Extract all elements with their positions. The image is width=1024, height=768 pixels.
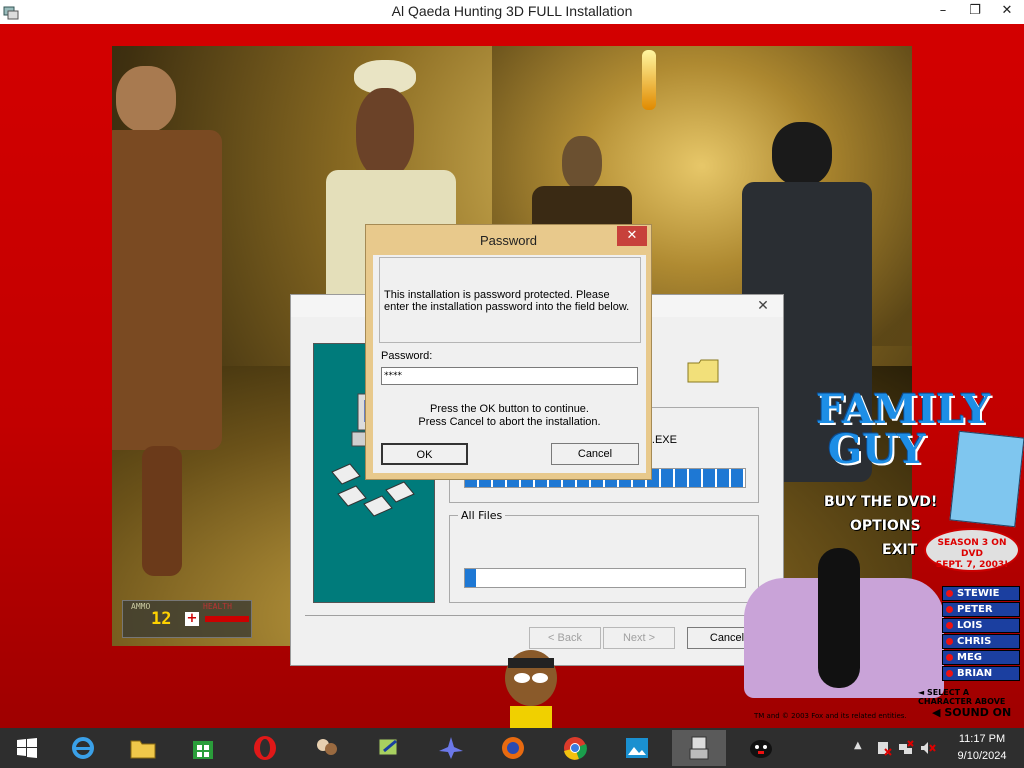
internet-explorer-icon <box>72 737 94 759</box>
taskbar-ie[interactable] <box>56 730 110 766</box>
taskbar-jet[interactable] <box>424 730 478 766</box>
health-label: HEALTH <box>203 602 232 611</box>
password-label: Password: <box>381 350 433 362</box>
setup-divider <box>305 615 771 616</box>
store-icon <box>193 741 213 759</box>
clock-date: 9/10/2024 <box>957 750 1007 762</box>
family-guy-ad: FAMILY GUY BUY THE DVD! OPTIONS EXIT SEA… <box>736 388 1024 728</box>
start-button[interactable] <box>0 730 54 766</box>
health-icon: + <box>185 611 199 626</box>
character-lois[interactable]: LOIS <box>942 618 1020 633</box>
action-center-icon[interactable] <box>876 740 892 756</box>
health-bar <box>205 616 249 622</box>
hint-abort: Press Cancel to abort the installation. <box>418 416 601 428</box>
password-close-button[interactable]: ✕ <box>617 226 647 246</box>
password-dialog-title: Password <box>479 233 538 248</box>
clock-time: 11:17 PM <box>958 733 1006 745</box>
taskbar-installer[interactable] <box>672 730 726 766</box>
setup-icon <box>378 738 398 756</box>
promo-line2: SEPT. 7, 2003! <box>935 560 1009 570</box>
character-peter[interactable]: PETER <box>942 602 1020 617</box>
taskbar-game[interactable] <box>300 730 354 766</box>
window-title: Al Qaeda Hunting 3D FULL Installation <box>391 3 633 19</box>
hint-continue: Press the OK button to continue. <box>430 403 589 415</box>
all-files-label: All Files <box>458 509 506 522</box>
minimize-button[interactable]: – <box>928 0 958 22</box>
penguin-icon <box>750 740 772 758</box>
message-box: This installation is password protected.… <box>379 257 641 343</box>
taskbar-chrome[interactable] <box>548 730 602 766</box>
all-files-progress-fill <box>465 569 477 587</box>
torch-flame <box>642 50 656 110</box>
cleveland-character <box>505 650 557 728</box>
volume-icon[interactable] <box>920 740 936 756</box>
ammo-label: AMMO <box>131 602 151 611</box>
ad-menu-options[interactable]: OPTIONS <box>850 518 921 534</box>
character-stewie[interactable]: STEWIE <box>942 586 1020 601</box>
firefox-icon <box>502 737 524 759</box>
character-brian[interactable]: BRIAN <box>942 666 1020 681</box>
all-files-progress-bar <box>464 568 746 588</box>
password-input[interactable]: **** <box>381 367 638 385</box>
ad-menu-buy[interactable]: BUY THE DVD! <box>824 494 937 510</box>
select-character-hint: ◄ SELECT A CHARACTER ABOVE <box>918 688 1006 706</box>
password-cancel-button[interactable]: Cancel <box>551 443 639 465</box>
taskbar-opera[interactable] <box>238 730 292 766</box>
window-titlebar: Al Qaeda Hunting 3D FULL Installation – … <box>0 0 1024 24</box>
installer-icon <box>689 736 709 760</box>
password-dialog-body: This installation is password protected.… <box>373 255 646 473</box>
next-button[interactable]: Next > <box>603 627 675 649</box>
start-icon <box>17 738 37 758</box>
taskbar-photos[interactable] <box>610 730 664 766</box>
back-button[interactable]: < Back <box>529 627 601 649</box>
taskbar-setup[interactable] <box>362 730 416 766</box>
setup-close-button[interactable]: ✕ <box>749 297 777 315</box>
ammo-count: 12 <box>151 609 172 629</box>
character-meg[interactable]: MEG <box>942 650 1020 665</box>
ad-copyright: TM and © 2003 Fox and its related entiti… <box>754 712 907 720</box>
file-explorer-icon <box>130 740 156 759</box>
password-message: This installation is password protected.… <box>384 289 630 313</box>
dvd-cover <box>949 430 1024 528</box>
sound-toggle[interactable]: ◀ SOUND ON <box>932 706 1011 719</box>
chrome-icon <box>564 737 587 760</box>
network-icon[interactable] <box>898 740 914 756</box>
restore-button[interactable]: ❐ <box>960 0 990 22</box>
taskbar-clock[interactable]: 11:17 PM 9/10/2024 <box>948 731 1016 765</box>
game-icon <box>317 739 337 755</box>
folder-icon <box>687 359 719 383</box>
ad-menu-exit[interactable]: EXIT <box>882 542 917 558</box>
close-button[interactable]: ✕ <box>992 0 1022 22</box>
penguin-figure <box>818 548 860 688</box>
taskbar-store[interactable] <box>176 730 230 766</box>
ok-button[interactable]: OK <box>381 443 468 465</box>
opera-icon <box>254 736 276 760</box>
season-promo-badge: SEASON 3 ON DVD SEPT. 7, 2003! <box>924 528 1020 572</box>
taskbar-penguin[interactable] <box>734 730 788 766</box>
tray-overflow-arrow[interactable]: ▲ <box>854 740 862 751</box>
all-files-groupbox: All Files <box>449 509 759 603</box>
password-dialog: Password ✕ This installation is password… <box>365 224 652 480</box>
password-titlebar: Password ✕ <box>366 225 651 255</box>
photos-icon <box>626 738 648 758</box>
promo-line1: SEASON 3 ON DVD <box>937 538 1007 559</box>
speaker-icon: ◀ <box>932 706 941 719</box>
taskbar-explorer[interactable] <box>116 730 170 766</box>
ad-logo-line1: FAMILY <box>816 388 991 433</box>
ammo-hud: AMMO HEALTH 12 + <box>122 600 252 638</box>
character-list: STEWIE PETER LOIS CHRIS MEG BRIAN <box>942 586 1020 682</box>
sound-label: SOUND ON <box>944 706 1012 719</box>
jet-icon <box>439 737 463 759</box>
taskbar-firefox[interactable] <box>486 730 540 766</box>
taskbar: ▲ 11:17 PM 9/10/2024 <box>0 728 1024 768</box>
character-chris[interactable]: CHRIS <box>942 634 1020 649</box>
